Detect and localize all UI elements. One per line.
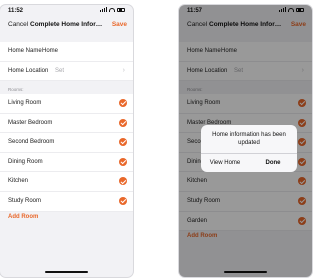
view-home-button[interactable]: View Home (201, 154, 249, 172)
home-info-card: Home Name Home Home Location Set › (0, 42, 133, 82)
status-time: 11:52 (8, 8, 24, 14)
signal-icon (100, 7, 107, 12)
alert-message: Home information has been updated (212, 132, 286, 146)
home-name-label: Home Name (8, 48, 42, 54)
home-location-label: Home Location (8, 67, 49, 74)
wifi-icon (109, 7, 115, 12)
check-circle-icon[interactable] (119, 118, 127, 127)
room-item[interactable]: Dining Room (0, 153, 133, 173)
home-location-row[interactable]: Home Location Set › (0, 62, 133, 82)
room-label: Study Room (8, 197, 42, 204)
cancel-button[interactable]: Cancel (8, 21, 28, 28)
status-bar: 11:52 (0, 5, 133, 16)
page-title: Complete Home Informa... (30, 21, 106, 28)
room-item[interactable]: Master Bedroom (0, 114, 133, 134)
save-button[interactable]: Save (112, 21, 127, 28)
home-location-value: Set (55, 67, 65, 74)
home-name-row[interactable]: Home Name Home (0, 42, 133, 62)
room-label: Living Room (8, 100, 42, 106)
done-button[interactable]: Done (249, 154, 297, 172)
room-label: Master Bedroom (8, 119, 53, 126)
rooms-list: Living Room Master Bedroom Second Bedroo… (0, 94, 133, 212)
check-circle-icon[interactable] (119, 196, 127, 205)
check-circle-icon[interactable] (119, 138, 127, 147)
rooms-section-label: Rooms: (8, 87, 24, 92)
alert-button-row: View Home Done (201, 153, 297, 172)
check-circle-icon[interactable] (119, 177, 127, 186)
home-indicator (45, 271, 88, 273)
room-label: Dining Room (8, 158, 43, 165)
check-circle-icon[interactable] (119, 99, 127, 107)
add-room-button[interactable]: Add Room (0, 208, 133, 226)
room-item[interactable]: Living Room (0, 94, 133, 114)
phone-screen-right: 11:57 Cancel Complete Home Informa... Sa… (179, 5, 312, 277)
room-label: Kitchen (8, 178, 29, 185)
check-circle-icon[interactable] (119, 157, 127, 166)
battery-icon (117, 7, 125, 12)
add-room-label: Add Room (8, 214, 39, 220)
room-label: Second Bedroom (8, 139, 55, 146)
room-item[interactable]: Kitchen (0, 172, 133, 192)
update-alert-dialog: Home information has been updated View H… (201, 125, 297, 172)
phone-screen-left: 11:52 Cancel Complete Home Informa... Sa… (0, 5, 133, 277)
system-icons (100, 7, 125, 12)
room-item[interactable]: Second Bedroom (0, 133, 133, 153)
nav-bar: Cancel Complete Home Informa... Save (0, 18, 133, 32)
chevron-right-icon: › (122, 66, 125, 74)
home-name-value[interactable]: Home (42, 48, 58, 54)
